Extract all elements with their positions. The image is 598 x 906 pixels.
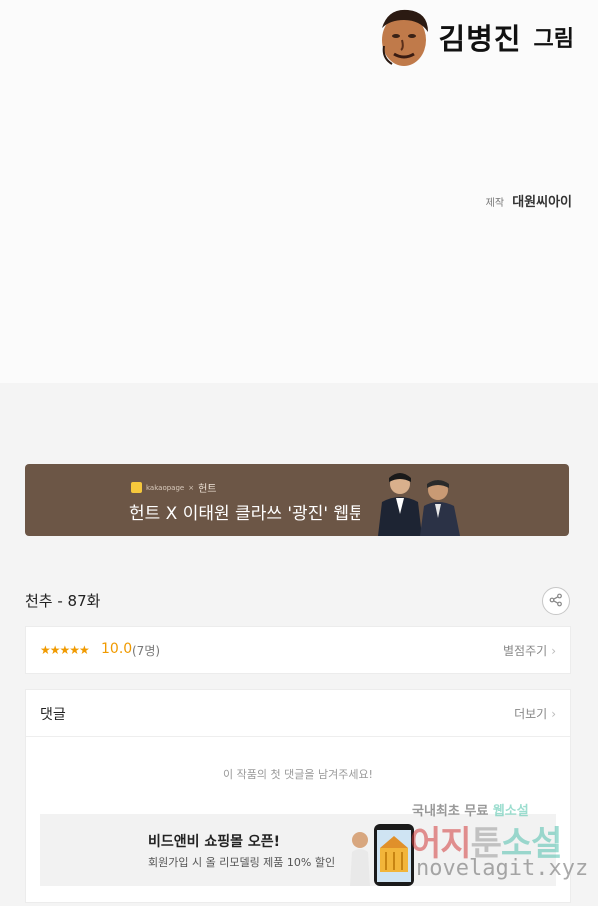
ad-title: 비드앤비 쇼핑몰 오픈!: [148, 834, 281, 850]
producer-credit: 제작 대원씨아이: [486, 191, 572, 210]
comments-more-button[interactable]: 더보기 ›: [514, 705, 556, 722]
ad-banner[interactable]: 비드앤비 쇼핑몰 오픈! 회원가입 시 올 리모델링 제품 10% 할인: [40, 814, 556, 886]
kakaopage-logo-icon: [131, 482, 142, 493]
banner-characters-image: [360, 464, 470, 536]
comments-empty-message: 이 작품의 첫 댓글을 남겨주세요!: [223, 768, 373, 781]
producer-name: 대원씨아이: [512, 195, 572, 210]
banner-brand-name: 헌트: [198, 484, 217, 495]
banner-brand-x: ×: [188, 483, 195, 492]
banner-headline: 헌트 X 이태원 클라쓰 '광진' 웹툰: [129, 504, 365, 524]
share-icon: [549, 592, 563, 611]
comments-section: 댓글 더보기 › 이 작품의 첫 댓글을 남겨주세요! 비드앤비 쇼핑몰 오픈! …: [25, 689, 571, 903]
artist-role: 그림: [533, 26, 574, 52]
rate-button-label: 별점주기: [503, 644, 548, 658]
comic-image-area: 김병진 그림 제작 대원씨아이: [0, 0, 598, 383]
comments-more-label: 더보기: [514, 707, 548, 721]
banner-brand-small: kakaopage: [146, 483, 185, 492]
rating-count: (7명): [132, 644, 161, 658]
comments-title: 댓글: [40, 707, 66, 723]
chevron-right-icon: ›: [551, 707, 556, 721]
rate-button[interactable]: 별점주기 ›: [503, 642, 556, 659]
artist-credit: 김병진 그림: [374, 6, 574, 68]
episode-title: 천추 - 87화: [25, 592, 101, 610]
banner-brand: kakaopage × 헌트: [131, 480, 217, 495]
producer-label: 제작: [485, 198, 505, 209]
chevron-right-icon: ›: [551, 644, 556, 658]
artist-portrait-icon: [374, 6, 432, 68]
promo-banner[interactable]: kakaopage × 헌트 헌트 X 이태원 클라쓰 '광진' 웹툰: [25, 464, 569, 536]
ad-product-image: [346, 822, 446, 886]
rating-score: 10.0: [101, 641, 133, 657]
rating-stars: ★★★★★: [40, 643, 90, 657]
comments-header: 댓글 더보기 ›: [26, 690, 570, 737]
artist-name: 김병진: [438, 22, 522, 56]
rating-card: ★★★★★ 10.0 (7명) 별점주기 ›: [25, 626, 571, 674]
ad-subtitle: 회원가입 시 올 리모델링 제품 10% 할인: [148, 856, 336, 869]
share-button[interactable]: [542, 587, 570, 615]
